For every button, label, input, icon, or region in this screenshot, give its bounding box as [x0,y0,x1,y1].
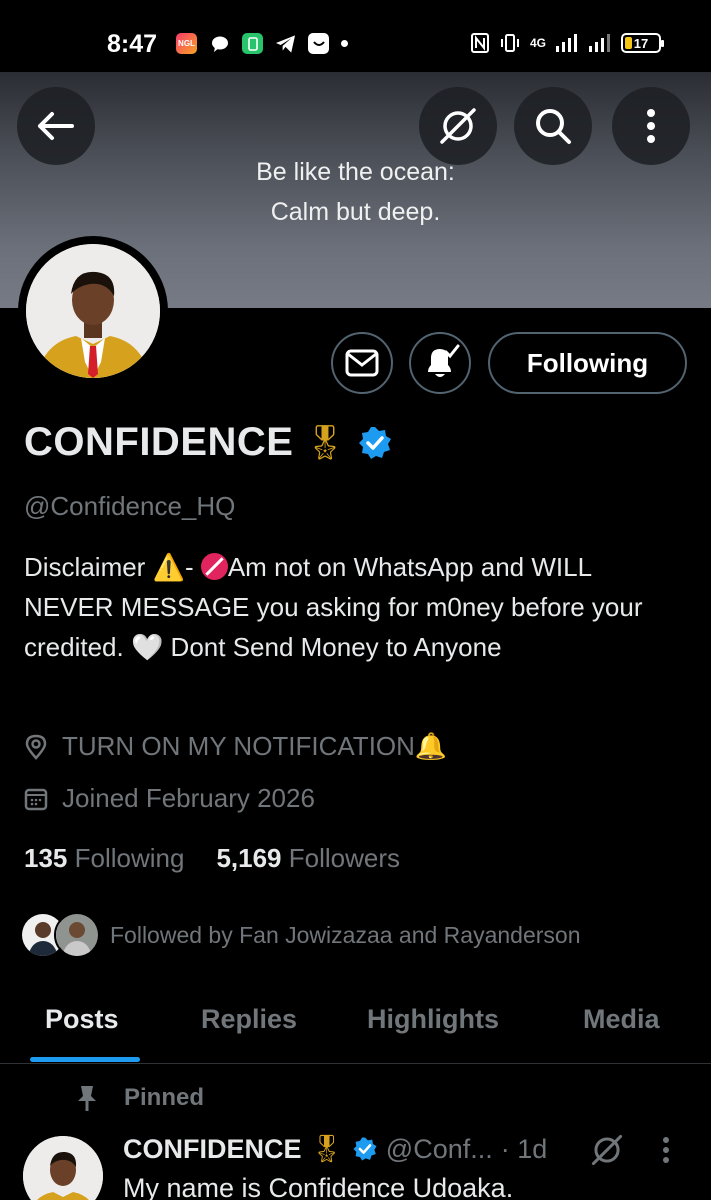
more-vertical-icon [663,1137,669,1163]
profile-handle: @Confidence_HQ [24,491,236,521]
profile-joined: Joined February 2026 [24,783,315,814]
app-notification-icon [242,33,263,54]
search-button[interactable] [514,87,592,165]
profile-name: CONFIDENCE [24,420,294,464]
bell-emoji: 🔔 [414,731,448,761]
followers-stat[interactable]: 5,169 Followers [216,843,400,874]
profile-name-row: CONFIDENCE 🎖 [24,420,393,465]
mail-icon [345,349,379,377]
medal-emoji: 🎖 [303,423,347,462]
ngl-app-icon: NGL [176,33,197,54]
status-time: 8:47 [107,30,158,58]
post-text: My name is Confidence Udoaka. [123,1173,514,1200]
followed-by-text: Followed by Fan Jowizazaa and Rayanderso… [110,921,581,948]
pinned-label-row: Pinned [74,1084,204,1112]
telegram-icon [275,33,296,54]
avatar[interactable] [26,244,160,378]
more-notifications-dot [341,40,348,47]
post-grok-button[interactable] [590,1133,624,1172]
following-stat[interactable]: 135 Following [24,843,184,874]
grok-button[interactable] [419,87,497,165]
status-bar: 8:47 NGL 4G 17 [0,0,711,72]
grok-icon [440,108,476,144]
search-icon [536,109,571,144]
bell-check-icon [428,344,460,377]
no-phone-icon [200,553,228,580]
tab-highlights[interactable]: Highlights [367,1004,499,1035]
tab-replies[interactable]: Replies [201,1004,297,1035]
profile-bio: Disclaimer ⚠️- Am not on WhatsApp and WI… [24,552,643,662]
grok-icon [591,1134,623,1166]
verified-badge-icon[interactable] [357,425,393,461]
message-button[interactable] [331,332,393,394]
arrow-left-icon [38,112,74,140]
notifications-button[interactable] [409,332,471,394]
chat-bubble-icon [209,33,230,54]
tab-posts[interactable]: Posts [45,1004,119,1035]
calendar-icon [24,788,48,810]
profile-stats: 135 Following 5,169 Followers [24,843,400,874]
location-pin-icon [25,734,47,760]
profile-location: TURN ON MY NOTIFICATION🔔 [24,731,447,762]
post-author-name[interactable]: CONFIDENCE [123,1134,302,1165]
post-author-handle: @Conf... [385,1133,493,1164]
nfc-icon [470,33,489,53]
system-icons: 4G 17 [470,32,664,54]
more-vertical-icon [647,109,655,143]
post-more-button[interactable] [662,1136,670,1169]
tab-media[interactable]: Media [583,1004,660,1035]
warning-emoji: ⚠️ [152,552,185,582]
back-button[interactable] [17,87,95,165]
verified-badge-icon [353,1137,377,1161]
network-type: 4G [529,36,546,50]
post-header: CONFIDENCE 🎖 @Conf... · 1d [123,1133,547,1165]
vibrate-icon [500,34,519,52]
post-author-avatar[interactable] [23,1136,103,1200]
followed-by-row[interactable]: Followed by Fan Jowizazaa and Rayanderso… [20,912,581,958]
post-time: · 1d [500,1133,548,1164]
white-heart-emoji: 🤍 [130,632,164,662]
active-tab-indicator [30,1057,140,1062]
notification-icons: NGL [176,33,348,54]
profile-tabs: Posts Replies Highlights Media [0,990,711,1064]
battery-icon: 17 [621,33,664,53]
smile-box-icon [308,33,329,54]
pin-icon [78,1086,96,1111]
signal-2-icon [589,34,610,52]
profile-avatar-ring[interactable] [18,236,168,386]
medal-emoji: 🎖 [309,1134,344,1164]
more-options-button[interactable] [612,87,690,165]
signal-icon [556,34,577,52]
following-button[interactable]: Following [488,332,687,394]
follower-avatar [54,912,100,958]
banner-quote: Be like the ocean: Calm but deep. [256,158,455,226]
